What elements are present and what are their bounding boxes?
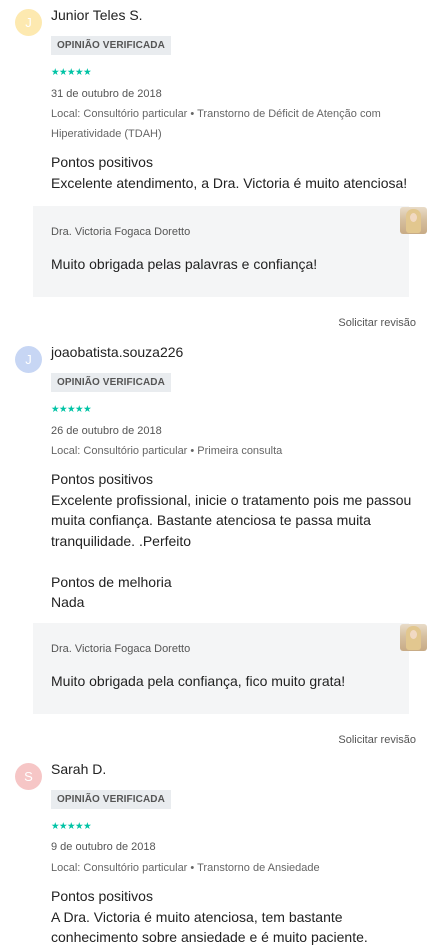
review-text: Pontos positivos Excelente atendimento, … xyxy=(51,154,408,191)
verified-badge: OPINIÃO VERIFICADA xyxy=(51,790,171,809)
reply-text: Muito obrigada pelas palavras e confianç… xyxy=(51,256,318,272)
review-text: Pontos positivos A Dra. Victoria é muito… xyxy=(51,888,368,945)
review-text: Pontos positivos Excelente profissional,… xyxy=(51,471,412,610)
reply-author: Dra. Victoria Fogaca Doretto xyxy=(51,643,191,655)
rating-stars: ★★★★★ xyxy=(51,67,92,78)
review-date: 31 de outubro de 2018 xyxy=(51,88,162,100)
review-date: 26 de outubro de 2018 xyxy=(51,425,162,437)
avatar: J xyxy=(15,9,42,36)
verified-badge: OPINIÃO VERIFICADA xyxy=(51,36,171,55)
request-revision-link[interactable]: Solicitar revisão xyxy=(338,734,416,746)
reply-text: Muito obrigada pela confiança, fico muit… xyxy=(51,673,346,689)
verified-badge: OPINIÃO VERIFICADA xyxy=(51,373,171,392)
doctor-photo xyxy=(400,624,427,651)
doctor-photo xyxy=(400,207,427,234)
request-revision-link[interactable]: Solicitar revisão xyxy=(338,317,416,329)
review-location: Local: Consultório particular • Transtor… xyxy=(51,862,320,874)
rating-stars: ★★★★★ xyxy=(51,404,92,415)
reply-author: Dra. Victoria Fogaca Doretto xyxy=(51,226,191,238)
avatar: J xyxy=(15,346,42,373)
rating-stars: ★★★★★ xyxy=(51,821,92,832)
review-location: Local: Consultório particular • Primeira… xyxy=(51,445,283,457)
review-author: joaobatista.souza226 xyxy=(51,344,184,360)
review-location: Local: Consultório particular • Transtor… xyxy=(51,108,381,140)
review-date: 9 de outubro de 2018 xyxy=(51,841,156,853)
review-author: Sarah D. xyxy=(51,761,107,777)
doctor-reply: Dra. Victoria Fogaca Doretto Muito obrig… xyxy=(33,623,409,714)
review-author: Junior Teles S. xyxy=(51,7,143,23)
avatar: S xyxy=(15,763,42,790)
doctor-reply: Dra. Victoria Fogaca Doretto Muito obrig… xyxy=(33,206,409,297)
